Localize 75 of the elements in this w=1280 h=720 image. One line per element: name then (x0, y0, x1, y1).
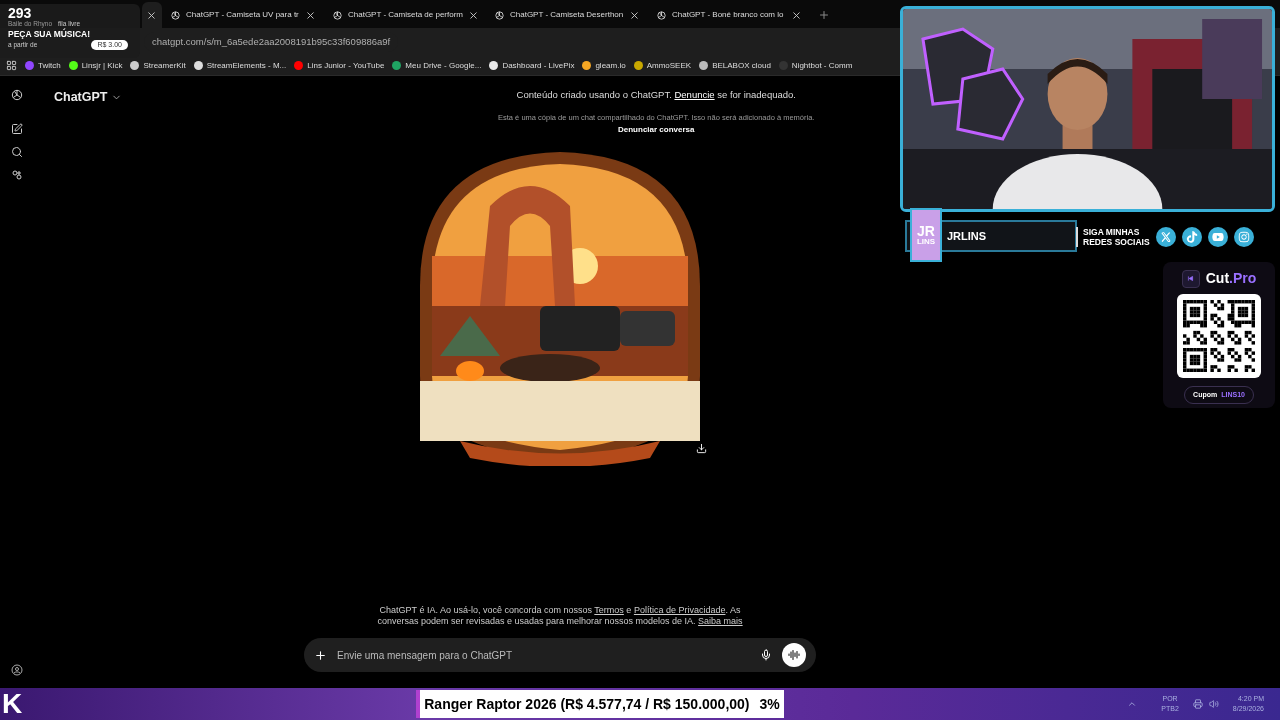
learn-more-link[interactable]: Saiba mais (698, 616, 743, 626)
bookmark-label: Twitch (38, 59, 61, 72)
qr-code-icon (1183, 300, 1255, 372)
close-icon[interactable] (305, 9, 316, 21)
follow-text: SIGA MINHAS REDES SOCIAIS (1076, 227, 1150, 247)
new-tab-icon[interactable] (818, 9, 830, 21)
youtube-icon (1208, 227, 1228, 247)
voice-mode-button[interactable] (782, 643, 806, 667)
bookmark[interactable]: BELABOX cloud (699, 59, 771, 72)
tab-title: ChatGPT - Camiseta UV para tr (186, 9, 300, 21)
bookmark[interactable]: StreamerKit (130, 59, 186, 72)
promo-brand: Cut.Pro (1205, 269, 1257, 288)
stream-logo: K (2, 690, 23, 718)
logo-name: LINS (916, 238, 936, 246)
browser-tab[interactable]: ChatGPT - Camiseta Deserthon (486, 2, 648, 28)
bookmark[interactable]: Linsjr | Kick (68, 59, 123, 72)
report-conversation-link[interactable]: Denunciar conversa (618, 123, 695, 136)
plus-icon[interactable] (314, 648, 327, 662)
terms-link[interactable]: Termos (594, 605, 624, 615)
browser-tab[interactable] (142, 2, 162, 28)
volume-icon[interactable] (1208, 699, 1219, 709)
browser-tab[interactable]: ChatGPT - Camiseta de perform (324, 2, 486, 28)
bookmark-label: AmmoSEEK (646, 59, 692, 72)
address-text: chatgpt.com/s/m_6a5ede2aa2008191b95c33f609886a9f (152, 34, 391, 49)
printer-icon[interactable] (1192, 699, 1203, 709)
disclaimer-text: ChatGPT é IA. Ao usá-lo, você concorda com nossos Termos e Política de Privacidade. As conversas podem ser revisadas e usadas para melhorar nossos modelos de IA. Saiba mais (376, 605, 744, 627)
bookmark[interactable]: Nightbot - Comm (778, 59, 853, 72)
message-field[interactable]: Envie uma mensagem para o ChatGPT (337, 647, 750, 663)
bookmark[interactable]: Dashboard - LivePix (489, 59, 575, 72)
chatgpt-logo-icon (10, 88, 24, 102)
bookmark[interactable]: Twitch (25, 59, 61, 72)
browser-tab[interactable]: ChatGPT - Camiseta UV para tr (162, 2, 324, 28)
audio-lines-icon (788, 649, 800, 661)
chatgpt-logo-icon (494, 9, 505, 21)
close-icon[interactable] (791, 9, 802, 21)
search-icon[interactable] (11, 146, 23, 158)
promo-logo-icon (1181, 269, 1200, 288)
microphone-icon[interactable] (760, 649, 772, 661)
instagram-icon (1234, 227, 1254, 247)
x-icon (1156, 227, 1176, 247)
model-selector[interactable]: ChatGPT (54, 88, 123, 107)
tiktok-icon (1182, 227, 1202, 247)
download-icon[interactable] (696, 442, 707, 454)
close-icon[interactable] (629, 9, 640, 21)
new-chat-icon[interactable] (11, 123, 23, 135)
widget-count: 293 (8, 5, 32, 21)
close-icon[interactable] (468, 9, 479, 21)
channel-name: JRLINS (947, 228, 987, 244)
report-link[interactable]: Denuncie (674, 89, 715, 100)
browser-tab[interactable]: ChatGPT - Boné branco com lo (648, 2, 810, 28)
message-input[interactable]: Envie uma mensagem para o ChatGPT (304, 638, 816, 672)
tray-chevron-icon[interactable] (1127, 699, 1138, 709)
goal-text: Ranger Raptor 2026 (R$ 4.577,74 / R$ 150.000,00) (424, 694, 750, 714)
tab-title: ChatGPT - Camiseta Deserthon (510, 9, 624, 21)
bookmark-label: gleam.io (595, 59, 626, 72)
chatgpt-logo-icon (656, 9, 667, 21)
close-icon[interactable] (146, 9, 157, 21)
goal-percent: 3% (759, 694, 780, 714)
logo-initials: JR (917, 224, 935, 238)
widget-heading: PEÇA SUA MÚSICA! (8, 28, 91, 40)
apps-icon[interactable] (6, 60, 17, 71)
tab-title: ChatGPT - Boné branco com lo (672, 9, 785, 21)
chatgpt-logo-icon (170, 9, 181, 21)
profile-icon[interactable] (11, 664, 23, 676)
bookmark-label: BELABOX cloud (712, 59, 771, 72)
bookmark-label: Linsjr | Kick (81, 59, 123, 72)
tab-title: ChatGPT - Camiseta de perform (348, 9, 463, 21)
bookmark-label: Dashboard - LivePix (502, 59, 575, 72)
gpts-icon[interactable] (11, 169, 23, 181)
bookmark[interactable]: gleam.io (582, 59, 626, 72)
bookmark-label: Nightbot - Comm (791, 59, 853, 72)
bookmark[interactable]: AmmoSEEK (633, 59, 692, 72)
chatgpt-logo-icon (332, 9, 343, 21)
notice-text: Conteúdo criado usando o ChatGPT. Denuncie se for inadequado. (516, 88, 796, 102)
bookmark-label: StreamerKit (143, 59, 186, 72)
